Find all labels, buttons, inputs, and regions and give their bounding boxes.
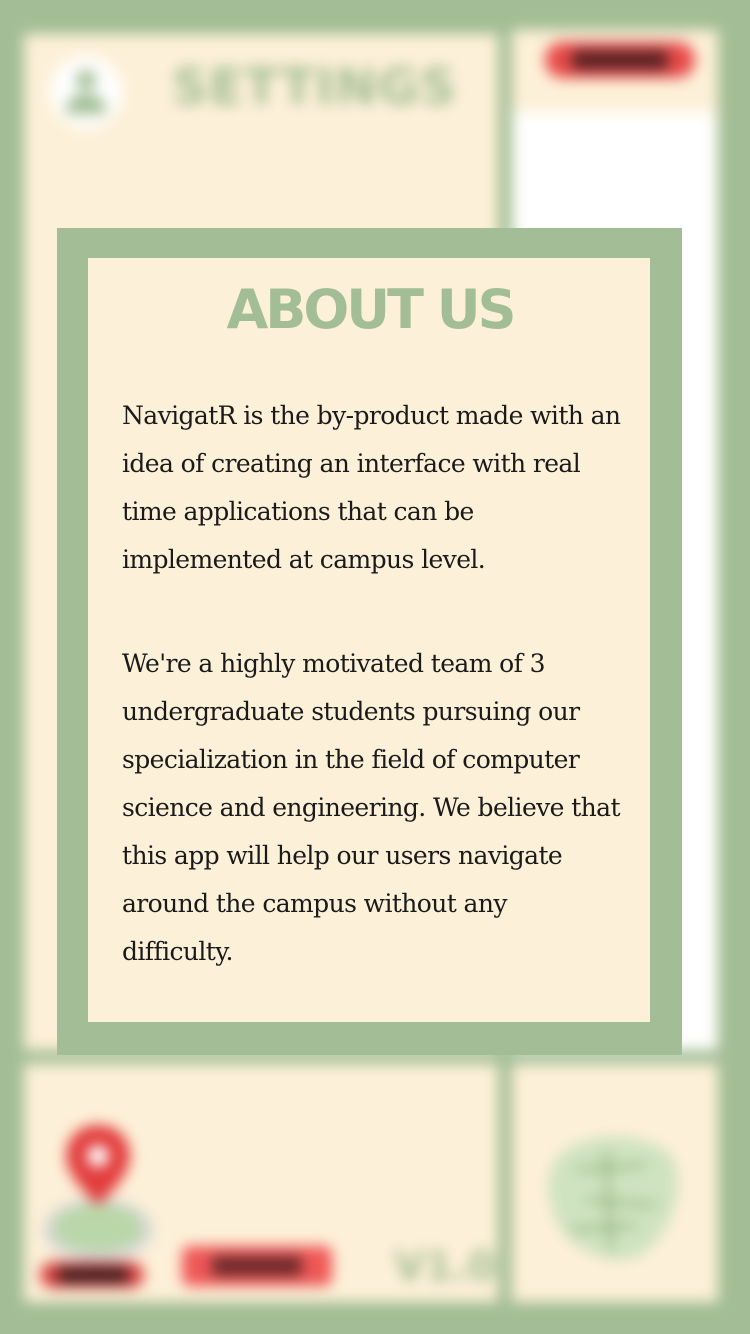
version-label: V1.0 [394, 1244, 496, 1290]
navigatr-logo-small [40, 1262, 144, 1288]
map-pin-icon [43, 1125, 153, 1262]
app-screen: SETTINGS V1.0 ABOUT US NavigatR is the b… [0, 0, 750, 1334]
user-avatar-icon[interactable] [50, 56, 122, 128]
campus-map-icon [548, 1136, 678, 1261]
navigatr-logo [182, 1246, 332, 1286]
settings-title: SETTINGS [172, 58, 458, 116]
about-paragraph: NavigatR is the by-product made with an … [122, 401, 621, 574]
about-title: ABOUT US [226, 278, 516, 341]
about-body: NavigatR is the by-product made with an … [122, 392, 622, 976]
about-paragraph: We're a highly motivated team of 3 under… [122, 649, 621, 966]
navigatr-logo-button[interactable] [545, 42, 695, 78]
